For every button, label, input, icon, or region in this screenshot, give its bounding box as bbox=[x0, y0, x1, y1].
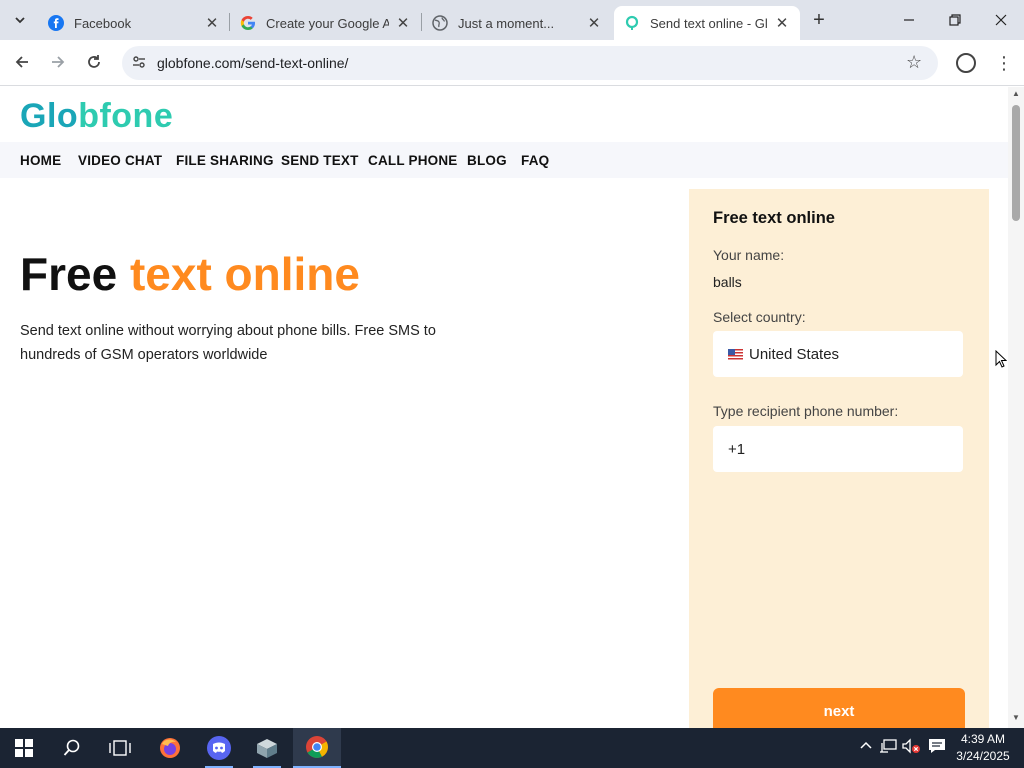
send-text-panel: Free text online Your name: balls Select… bbox=[689, 189, 989, 728]
bookmark-star-icon[interactable]: ☆ bbox=[906, 52, 922, 73]
close-tab-icon[interactable]: ✕ bbox=[586, 14, 602, 32]
nav-home[interactable]: HOME bbox=[20, 153, 61, 168]
scroll-up-icon[interactable]: ▲ bbox=[1011, 89, 1021, 98]
nav-file-sharing[interactable]: FILE SHARING bbox=[176, 153, 274, 168]
restore-icon bbox=[949, 14, 961, 26]
nav-send-text[interactable]: SEND TEXT bbox=[281, 153, 359, 168]
app-taskbar-item[interactable] bbox=[243, 728, 291, 768]
nav-faq[interactable]: FAQ bbox=[521, 153, 549, 168]
page-title: Free text online bbox=[20, 247, 360, 301]
reload-icon bbox=[88, 55, 100, 68]
next-button[interactable]: next bbox=[713, 688, 965, 728]
firefox-icon bbox=[160, 738, 180, 758]
main-nav: HOME VIDEO CHAT FILE SHARING SEND TEXT C… bbox=[0, 142, 1008, 178]
us-flag-icon bbox=[728, 348, 743, 360]
mouse-cursor-icon bbox=[995, 350, 1007, 368]
tab-facebook[interactable]: Facebook ✕ bbox=[38, 6, 230, 40]
tab-title: Facebook bbox=[74, 15, 132, 31]
phone-number-input[interactable]: +1 bbox=[713, 426, 963, 472]
notification-icon[interactable] bbox=[927, 738, 947, 758]
nav-video-chat[interactable]: VIDEO CHAT bbox=[78, 153, 162, 168]
title-word: Free bbox=[20, 248, 130, 300]
firefox-taskbar-item[interactable] bbox=[146, 728, 194, 768]
phone-label: Type recipient phone number: bbox=[713, 403, 899, 419]
google-icon bbox=[240, 15, 256, 31]
app-box-icon bbox=[257, 739, 277, 758]
discord-taskbar-item[interactable] bbox=[195, 728, 243, 768]
arrow-left-icon bbox=[15, 56, 28, 68]
minimize-button[interactable] bbox=[886, 0, 932, 40]
browser-menu-icon[interactable]: ⋮ bbox=[995, 50, 1013, 76]
chrome-icon bbox=[306, 736, 328, 758]
start-button[interactable] bbox=[0, 728, 48, 768]
country-value: United States bbox=[749, 345, 840, 363]
search-icon bbox=[63, 739, 80, 756]
address-bar[interactable]: globfone.com/send-text-online/ ☆ bbox=[122, 46, 938, 80]
name-field[interactable]: balls bbox=[713, 274, 742, 290]
volume-muted-icon[interactable] bbox=[901, 738, 921, 758]
forward-button[interactable] bbox=[44, 48, 72, 76]
tab-title: Create your Google Ac bbox=[266, 15, 389, 31]
arrow-right-icon bbox=[52, 56, 65, 68]
phone-value: +1 bbox=[728, 440, 746, 458]
tab-send-text-online[interactable]: Send text online - Glol ✕ bbox=[614, 6, 800, 40]
clock-date: 3/24/2025 bbox=[956, 749, 1010, 763]
close-tab-icon[interactable]: ✕ bbox=[395, 14, 411, 32]
close-tab-icon[interactable]: ✕ bbox=[204, 14, 220, 32]
tab-title: Just a moment... bbox=[458, 15, 555, 31]
globfone-logo[interactable]: Globfone bbox=[20, 97, 173, 136]
windows-logo-icon bbox=[15, 739, 33, 757]
nav-blog[interactable]: BLOG bbox=[467, 153, 507, 168]
page-scrollbar[interactable]: ▲ ▼ bbox=[1008, 87, 1024, 728]
chrome-taskbar-item[interactable] bbox=[293, 728, 341, 768]
tab-search-button[interactable] bbox=[8, 8, 32, 32]
task-view-button[interactable] bbox=[96, 728, 144, 768]
network-icon[interactable] bbox=[878, 738, 898, 758]
profile-icon[interactable] bbox=[956, 53, 976, 73]
windows-taskbar: 4:39 AM 3/24/2025 bbox=[0, 728, 1024, 768]
tab-title: Send text online - Glol bbox=[650, 15, 768, 31]
close-tab-icon[interactable]: ✕ bbox=[774, 14, 790, 32]
reload-button[interactable] bbox=[80, 48, 108, 76]
chevron-down-icon bbox=[15, 17, 25, 24]
scrollbar-thumb[interactable] bbox=[1012, 105, 1020, 221]
close-window-button[interactable] bbox=[978, 0, 1024, 40]
panel-title: Free text online bbox=[713, 209, 835, 227]
country-select[interactable]: United States bbox=[713, 331, 963, 377]
search-button[interactable] bbox=[48, 728, 96, 768]
clock-time: 4:39 AM bbox=[960, 732, 1006, 746]
nav-call-phone[interactable]: CALL PHONE bbox=[368, 153, 458, 168]
title-accent: text online bbox=[129, 248, 360, 300]
scroll-down-icon[interactable]: ▼ bbox=[1011, 713, 1021, 722]
minimize-icon bbox=[904, 19, 914, 21]
discord-icon bbox=[207, 736, 231, 760]
close-icon bbox=[995, 14, 1007, 26]
tab-bar: Facebook ✕ Create your Google Ac ✕ Just … bbox=[0, 0, 1024, 40]
new-tab-button[interactable]: + bbox=[808, 8, 830, 32]
tab-just-a-moment[interactable]: Just a moment... ✕ bbox=[422, 6, 612, 40]
name-label: Your name: bbox=[713, 247, 785, 263]
page-description: Send text online without worrying about … bbox=[20, 323, 436, 363]
task-view-icon bbox=[109, 740, 131, 756]
page-content: Globfone HOME VIDEO CHAT FILE SHARING SE… bbox=[0, 87, 1008, 728]
tab-google[interactable]: Create your Google Ac ✕ bbox=[230, 6, 421, 40]
system-clock[interactable]: 4:39 AM 3/24/2025 bbox=[948, 731, 1018, 765]
back-button[interactable] bbox=[8, 48, 36, 76]
site-settings-icon[interactable] bbox=[130, 54, 148, 72]
restore-button[interactable] bbox=[932, 0, 978, 40]
facebook-icon bbox=[48, 15, 64, 31]
country-label: Select country: bbox=[713, 309, 806, 325]
globe-icon bbox=[432, 15, 448, 31]
browser-toolbar: globfone.com/send-text-online/ ☆ bbox=[0, 40, 1024, 86]
globfone-icon bbox=[624, 15, 640, 31]
tray-chevron-up-icon[interactable] bbox=[856, 738, 876, 758]
address-text[interactable]: globfone.com/send-text-online/ bbox=[157, 55, 348, 71]
